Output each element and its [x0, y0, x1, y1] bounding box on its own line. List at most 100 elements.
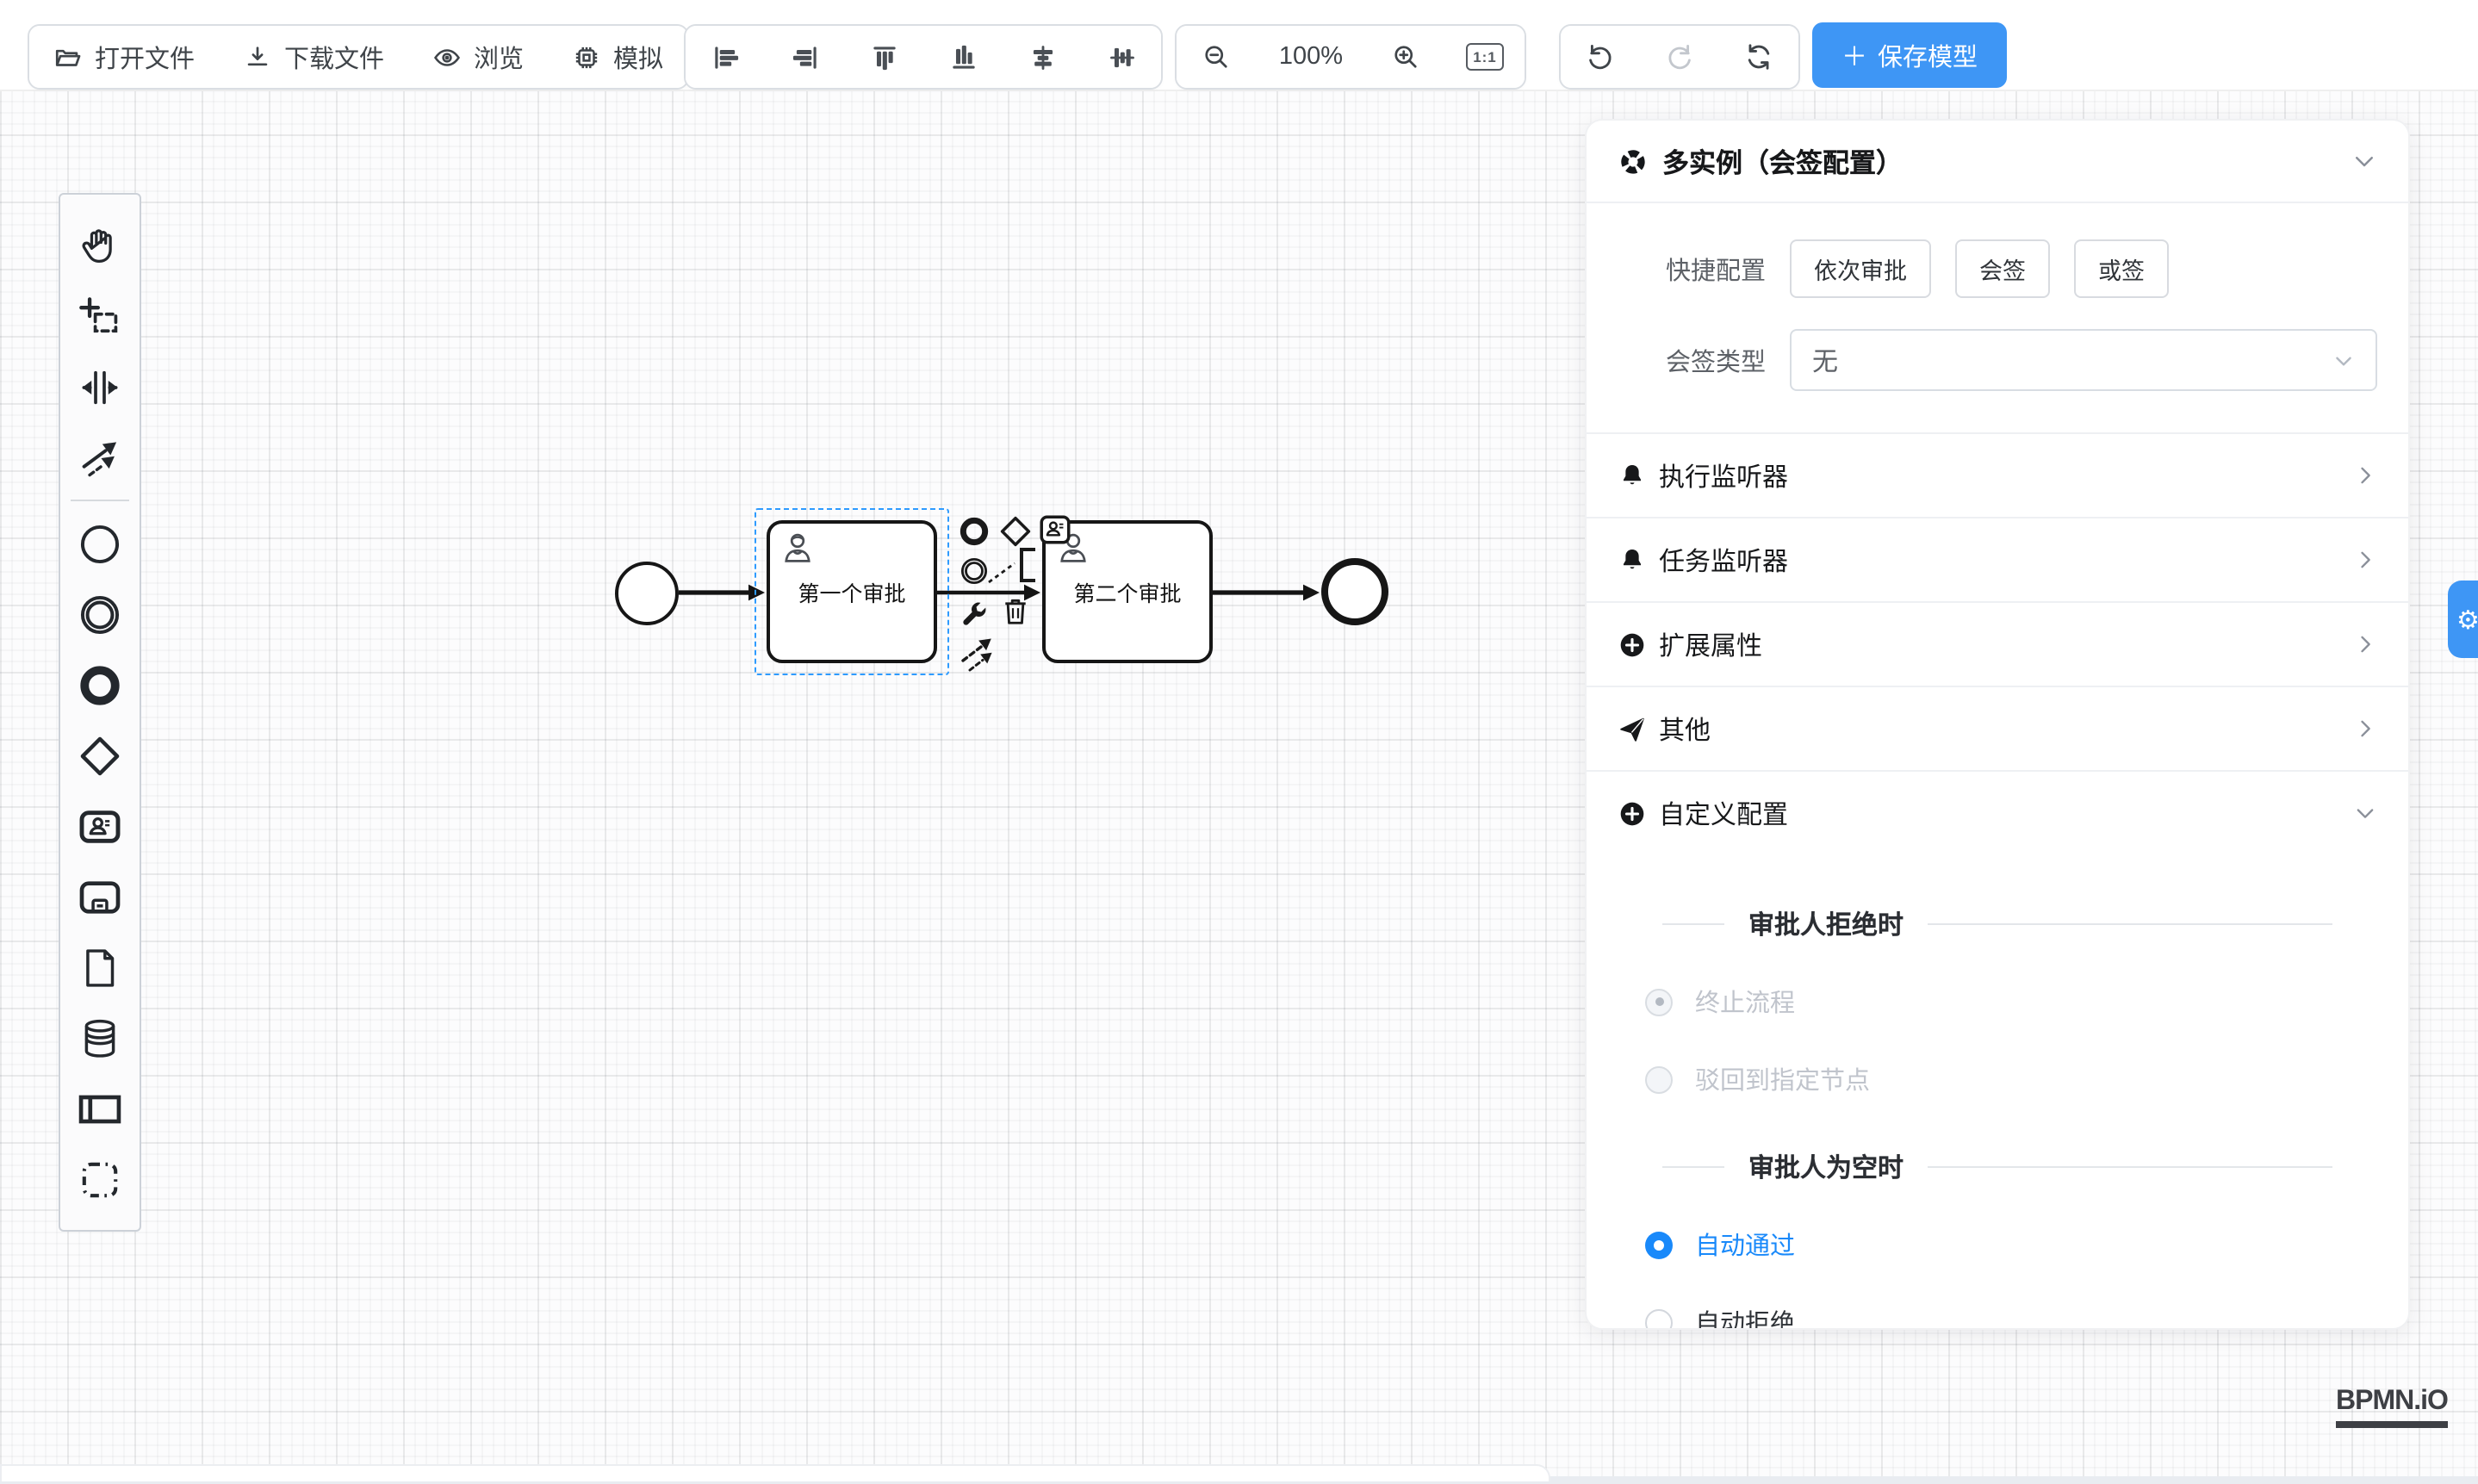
panel-sections: 执行监听器 任务监听器 扩展属性 其他 自定义配置: [1587, 432, 2408, 854]
align-top-button[interactable]: [844, 26, 923, 88]
radio-icon-checked[interactable]: [1645, 1231, 1673, 1258]
append-intermediate-event-button[interactable]: [958, 555, 991, 587]
append-intermediate-event-icon: [958, 555, 991, 587]
radio-auto-pass[interactable]: 自动通过: [1645, 1226, 2408, 1263]
create-start-event[interactable]: [65, 508, 134, 579]
zoom-in-icon: [1390, 41, 1421, 72]
delete-button[interactable]: [999, 594, 1032, 627]
sign-type-label: 会签类型: [1614, 342, 1766, 378]
connection-tool[interactable]: [65, 422, 134, 493]
create-user-task[interactable]: [65, 791, 134, 861]
divider-line: [1662, 1166, 1724, 1168]
connect-button[interactable]: [958, 634, 999, 675]
multi-instance-icon: [1618, 146, 1649, 177]
chevron-down-icon: [2351, 148, 2377, 174]
lasso-tool[interactable]: [65, 281, 134, 351]
hand-icon: [78, 223, 122, 268]
zoom-out-icon: [1201, 41, 1232, 72]
create-intermediate-event[interactable]: [65, 579, 134, 649]
radio-label: 驳回到指定节点: [1695, 1061, 1870, 1097]
annotation-link-line: [989, 563, 1015, 582]
section-custom-config[interactable]: 自定义配置: [1587, 770, 2408, 854]
open-file-button[interactable]: 打开文件: [29, 26, 219, 88]
settings-tab[interactable]: ⚙: [2448, 581, 2478, 658]
refresh-button[interactable]: [1719, 26, 1798, 88]
append-text-annotation-button[interactable]: [1020, 548, 1035, 582]
create-participant[interactable]: [65, 1073, 134, 1144]
quick-option-sequential-button[interactable]: 依次审批: [1790, 239, 1931, 298]
radio-icon-disabled[interactable]: [1645, 1065, 1673, 1093]
bpmn-io-logo-text: BPMN.iO: [2336, 1387, 2448, 1418]
align-center-vertical-button[interactable]: [1082, 26, 1161, 88]
save-model-button[interactable]: ＋ 保存模型: [1812, 22, 2007, 88]
preview-button[interactable]: 浏览: [408, 26, 548, 88]
space-tool-icon: [78, 364, 122, 409]
zoom-in-button[interactable]: [1366, 26, 1445, 88]
section-label: 任务监听器: [1659, 542, 1788, 578]
horizontal-scrollbar-thumb[interactable]: [0, 1464, 1550, 1481]
chevron-right-icon: [2353, 717, 2377, 741]
align-left-button[interactable]: [686, 26, 765, 88]
zoom-out-button[interactable]: [1177, 26, 1256, 88]
append-gateway-button[interactable]: [997, 513, 1034, 550]
participant-icon: [76, 1084, 124, 1133]
end-event-shape[interactable]: [1321, 558, 1388, 625]
section-execution-listener[interactable]: 执行监听器: [1587, 432, 2408, 517]
create-end-event[interactable]: [65, 649, 134, 720]
quick-option-countersign-button[interactable]: 会签: [1955, 239, 2050, 298]
connect-arrow-icon: [958, 634, 999, 675]
align-tools-group: [684, 24, 1163, 90]
radio-terminate-process[interactable]: 终止流程: [1645, 984, 2408, 1020]
align-center-horizontal-button[interactable]: [1003, 26, 1082, 88]
chip-icon: [572, 42, 601, 71]
wrench-icon: [958, 598, 991, 630]
create-data-store[interactable]: [65, 1003, 134, 1073]
align-bottom-button[interactable]: [923, 26, 1003, 88]
create-group[interactable]: [65, 1144, 134, 1214]
create-gateway[interactable]: [65, 720, 134, 791]
change-type-button[interactable]: [958, 598, 991, 630]
sign-type-select[interactable]: 无: [1790, 329, 2377, 391]
zoom-group: 100% 1:1: [1175, 24, 1526, 90]
bpmn-io-logo[interactable]: BPMN.iO: [2336, 1387, 2448, 1428]
create-data-object[interactable]: [65, 932, 134, 1003]
radio-auto-reject[interactable]: 自动拒绝: [1645, 1304, 2408, 1330]
radio-icon[interactable]: [1645, 1308, 1673, 1330]
redo-icon: [1664, 41, 1695, 72]
panel-title: 多实例（会签配置）: [1662, 142, 1903, 180]
align-center-vertical-icon: [1105, 40, 1138, 73]
create-subprocess[interactable]: [65, 861, 134, 932]
section-task-listener[interactable]: 任务监听器: [1587, 517, 2408, 601]
start-event-icon: [76, 519, 124, 568]
radio-icon-disabled-checked[interactable]: [1645, 988, 1673, 1015]
refresh-icon: [1743, 41, 1774, 72]
zoom-level-value: 100%: [1279, 43, 1343, 71]
append-user-task-button[interactable]: [1037, 512, 1073, 548]
hand-tool[interactable]: [65, 210, 134, 281]
download-file-button[interactable]: 下载文件: [219, 26, 408, 88]
append-end-event-button[interactable]: [958, 515, 991, 548]
palette-separator: [71, 500, 129, 501]
quick-option-orsign-button[interactable]: 或签: [2074, 239, 2169, 298]
section-other[interactable]: 其他: [1587, 686, 2408, 770]
start-event-shape[interactable]: [614, 561, 678, 624]
radio-return-to-node[interactable]: 驳回到指定节点: [1645, 1061, 2408, 1097]
align-right-icon: [788, 40, 821, 73]
task2-label: 第二个审批: [1073, 575, 1181, 608]
align-right-button[interactable]: [765, 26, 844, 88]
user-task-icon: [76, 802, 124, 850]
zoom-reset-button[interactable]: 1:1: [1445, 26, 1525, 88]
section-label: 扩展属性: [1659, 626, 1762, 662]
gateway-icon: [76, 731, 124, 779]
paper-plane-icon: [1618, 714, 1647, 743]
redo-button[interactable]: [1640, 26, 1719, 88]
section-extended-properties[interactable]: 扩展属性: [1587, 601, 2408, 686]
bpmn-modeler-app: 打开文件 下载文件 浏览 模拟: [0, 0, 2478, 1484]
panel-header[interactable]: 多实例（会签配置）: [1587, 121, 2408, 203]
undo-button[interactable]: [1561, 26, 1640, 88]
end-event-icon: [76, 661, 124, 709]
simulate-button[interactable]: 模拟: [548, 26, 687, 88]
quick-config-label: 快捷配置: [1614, 251, 1766, 287]
zoom-level-display[interactable]: 100%: [1256, 26, 1366, 88]
space-tool[interactable]: [65, 351, 134, 422]
